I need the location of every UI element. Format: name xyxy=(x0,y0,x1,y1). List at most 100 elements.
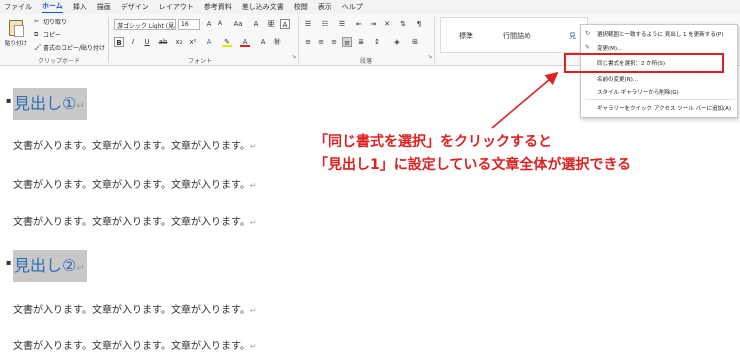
ribbon-separator xyxy=(434,17,435,63)
tab-draw[interactable]: 描画 xyxy=(97,2,111,12)
paragraph-mark: ↵ xyxy=(250,218,257,227)
menu-add-to-quick-access[interactable]: ギャラリーをクイック アクセス ツール バーに追加(A) xyxy=(597,104,731,112)
heading-2[interactable]: 見出し②↵ xyxy=(13,250,87,282)
clipboard-icon xyxy=(9,20,24,37)
font-name-select[interactable]: 游ゴシック Light (見出 xyxy=(114,19,176,30)
style-normal[interactable]: 標準 xyxy=(459,31,473,41)
paragraph-mark: ↵ xyxy=(250,342,257,351)
menu-modify[interactable]: 変更(M)... xyxy=(597,44,622,52)
body-paragraph[interactable]: 文書が入ります。文章が入ります。文章が入ります。↵ xyxy=(13,213,257,228)
clear-format-icon[interactable]: A xyxy=(251,19,261,29)
annotation-line-2: 「見出し1」に設定している文章全体が選択できる xyxy=(314,157,632,173)
sort-icon[interactable]: ⇅ xyxy=(398,19,408,29)
format-painter-button[interactable]: 🖌 書式のコピー/貼り付け xyxy=(34,43,105,52)
tab-file[interactable]: ファイル xyxy=(4,2,32,12)
tab-help[interactable]: ヘルプ xyxy=(342,2,363,12)
menu-update-style[interactable]: 選択範囲と一致するように 見出し 1 を更新する(P) xyxy=(597,30,723,38)
copy-button[interactable]: ⧉ コピー xyxy=(34,30,61,39)
body-text: 文書が入ります。文章が入ります。文章が入ります。 xyxy=(13,341,250,352)
tab-home[interactable]: ホーム xyxy=(42,1,63,13)
borders-icon[interactable]: ⊞ xyxy=(410,37,420,47)
multilevel-list-icon[interactable]: ☰ xyxy=(337,19,347,29)
tab-design[interactable]: デザイン xyxy=(121,2,149,12)
grow-font-icon[interactable]: A xyxy=(204,19,214,29)
cut-button[interactable]: ✂ 切り取り xyxy=(34,17,67,26)
char-border-icon[interactable]: A xyxy=(280,19,290,29)
decrease-indent-icon[interactable]: ⇤ xyxy=(354,19,364,29)
subscript-icon[interactable]: x₂ xyxy=(174,37,184,47)
body-text: 文書が入ります。文章が入ります。文章が入ります。 xyxy=(13,217,250,228)
italic-icon[interactable]: I xyxy=(128,37,138,47)
paintbrush-icon: 🖌 xyxy=(34,43,42,51)
bold-icon[interactable]: B xyxy=(114,37,124,47)
phonetic-guide-icon[interactable]: 亜 xyxy=(266,19,276,29)
clipboard-group-label: クリップボード xyxy=(38,58,81,65)
tab-mailings[interactable]: 差し込み文書 xyxy=(242,2,284,12)
format-painter-label: 書式のコピー/貼り付け xyxy=(43,45,106,52)
scissors-icon: ✂ xyxy=(34,17,40,25)
highlight-icon[interactable]: ✎ xyxy=(222,37,232,47)
superscript-icon[interactable]: x² xyxy=(188,37,198,47)
increase-indent-icon[interactable]: ⇥ xyxy=(368,19,378,29)
align-left-icon[interactable]: ≡ xyxy=(303,37,313,47)
paragraph-mark: ↵ xyxy=(250,306,257,315)
cut-label: 切り取り xyxy=(43,19,68,26)
numbering-icon[interactable]: ☷ xyxy=(320,19,330,29)
body-text: 文書が入ります。文章が入ります。文章が入ります。 xyxy=(13,305,250,316)
shrink-font-icon[interactable]: A xyxy=(215,19,225,29)
ribbon-separator xyxy=(298,17,299,63)
heading-2-text: 見出し② xyxy=(14,256,77,275)
char-shading-icon[interactable]: A xyxy=(258,37,268,47)
show-marks-icon[interactable]: ¶ xyxy=(414,19,424,29)
line-spacing-icon[interactable]: ↕ xyxy=(372,37,382,47)
distributed-icon[interactable]: ≣ xyxy=(356,37,366,47)
tab-review[interactable]: 校閲 xyxy=(294,2,308,12)
paste-button[interactable]: 貼り付け xyxy=(5,18,27,54)
heading-1[interactable]: 見出し①↵ xyxy=(13,88,87,120)
tab-layout[interactable]: レイアウト xyxy=(159,2,194,12)
styles-gallery: 標準 行間詰め 見 xyxy=(440,17,588,53)
bullets-icon[interactable]: ☰ xyxy=(303,19,313,29)
highlight-frame xyxy=(564,53,724,73)
heading-bullet-icon: ▪ xyxy=(6,96,12,105)
strikethrough-icon[interactable]: ab xyxy=(158,37,168,47)
style-heading1[interactable]: 見 xyxy=(569,31,576,41)
font-size-select[interactable]: 16 xyxy=(178,19,200,30)
copy-icon: ⧉ xyxy=(34,30,39,38)
body-paragraph[interactable]: 文書が入ります。文章が入ります。文章が入ります。↵ xyxy=(13,301,257,316)
menu-bar: ファイル ホーム 挿入 描画 デザイン レイアウト 参考資料 差し込み文書 校閲… xyxy=(0,0,740,14)
paragraph-mark: ↵ xyxy=(76,101,85,112)
menu-divider xyxy=(585,99,735,100)
paragraph-mark: ↵ xyxy=(250,181,257,190)
body-paragraph[interactable]: 文書が入ります。文章が入ります。文章が入ります。↵ xyxy=(13,137,257,152)
annotation-line-1: 「同じ書式を選択」をクリックすると xyxy=(314,134,552,150)
font-color-icon[interactable]: A xyxy=(240,37,250,47)
paragraph-mark: ↵ xyxy=(250,142,257,151)
copy-label: コピー xyxy=(43,32,62,39)
ribbon-separator xyxy=(108,17,109,63)
tab-view[interactable]: 表示 xyxy=(318,2,332,12)
paste-label: 貼り付け xyxy=(5,41,28,47)
align-right-icon[interactable]: ≡ xyxy=(329,37,339,47)
style-no-spacing[interactable]: 行間詰め xyxy=(503,31,531,41)
font-group-label: フォント xyxy=(188,58,213,65)
enclosed-char-icon[interactable]: ㊖ xyxy=(272,37,282,47)
change-case-icon[interactable]: Aa xyxy=(230,19,246,29)
menu-rename[interactable]: 名前の変更(N)... xyxy=(597,75,638,83)
justify-icon[interactable]: ≡ xyxy=(342,37,352,47)
body-paragraph[interactable]: 文書が入ります。文章が入ります。文章が入ります。↵ xyxy=(13,337,257,352)
update-style-icon: ↻ xyxy=(585,30,591,37)
modify-style-icon: ✎ xyxy=(585,44,591,51)
tab-references[interactable]: 参考資料 xyxy=(204,2,232,12)
underline-icon[interactable]: U xyxy=(142,37,152,47)
tab-insert[interactable]: 挿入 xyxy=(73,2,87,12)
text-effect-icon[interactable]: A xyxy=(204,37,214,47)
heading-bullet-icon: ▪ xyxy=(6,258,12,267)
shading-icon[interactable]: ◈ xyxy=(392,37,402,47)
align-center-icon[interactable]: ≡ xyxy=(316,37,326,47)
asian-layout-icon[interactable]: ✕ xyxy=(382,19,392,29)
paragraph-group-label: 段落 xyxy=(360,58,373,65)
body-text: 文書が入ります。文章が入ります。文章が入ります。 xyxy=(13,141,250,152)
body-paragraph[interactable]: 文書が入ります。文章が入ります。文章が入ります。↵ xyxy=(13,176,257,191)
menu-remove-from-gallery[interactable]: スタイル ギャラリーから削除(G) xyxy=(597,88,679,96)
